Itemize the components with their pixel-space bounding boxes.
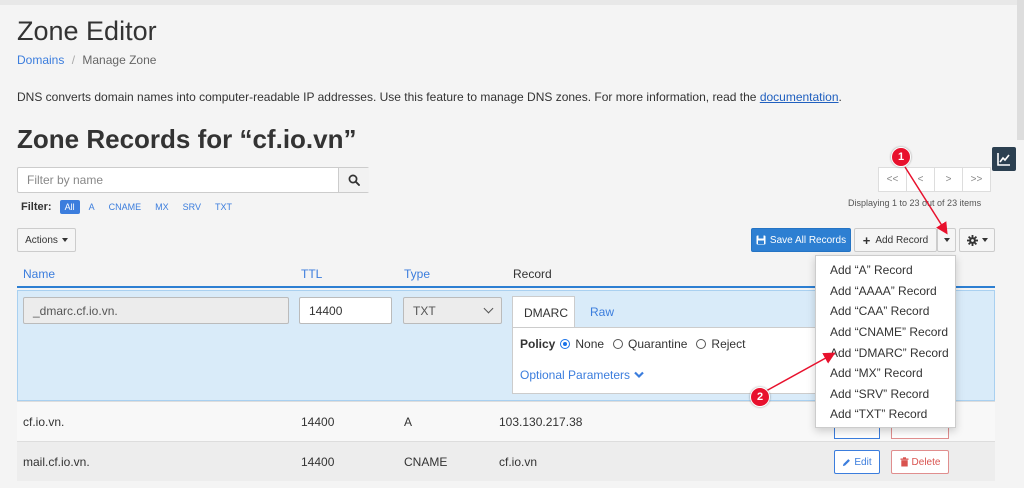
- dmarc-tab-content: Policy None Quarantine Reject Optional P…: [512, 327, 832, 394]
- search-button[interactable]: [338, 168, 369, 192]
- description-suffix: .: [838, 90, 842, 104]
- save-all-label: Save All Records: [769, 234, 847, 246]
- record-value: cf.io.vn: [499, 455, 538, 469]
- policy-quarantine-label: Quarantine: [628, 337, 688, 351]
- caret-down-icon: [61, 238, 68, 242]
- edit-label: Edit: [854, 456, 872, 468]
- documentation-link[interactable]: documentation: [760, 90, 839, 104]
- column-header-record: Record: [513, 267, 552, 281]
- record-name: cf.io.vn.: [23, 415, 65, 429]
- policy-reject-label: Reject: [711, 337, 746, 351]
- tab-dmarc[interactable]: DMARC: [512, 296, 575, 328]
- record-type: CNAME: [404, 455, 448, 469]
- page-description: DNS converts domain names into computer-…: [17, 90, 842, 104]
- breadcrumb: Domains / Manage Zone: [17, 53, 156, 67]
- scrollbar-track[interactable]: [1017, 0, 1024, 140]
- menu-item-add-aaaa-record[interactable]: Add “AAAA” Record: [816, 281, 955, 302]
- policy-none-label: None: [575, 337, 605, 351]
- menu-item-add-a-record[interactable]: Add “A” Record: [816, 260, 955, 281]
- record-value: 103.130.217.38: [499, 415, 583, 429]
- caret-down-icon: [981, 238, 988, 242]
- description-text: DNS converts domain names into computer-…: [17, 90, 760, 104]
- plus-icon: +: [862, 232, 871, 248]
- breadcrumb-separator: /: [71, 53, 76, 67]
- breadcrumb-domains-link[interactable]: Domains: [17, 53, 64, 67]
- add-record-label: Add Record: [875, 234, 929, 246]
- column-header-name[interactable]: Name: [23, 267, 55, 281]
- menu-item-add-txt-record[interactable]: Add “TXT” Record: [816, 404, 955, 425]
- menu-item-add-mx-record[interactable]: Add “MX” Record: [816, 363, 955, 384]
- column-header-type[interactable]: Type: [404, 267, 430, 281]
- filter-chips: Filter: All A CNAME MX SRV TXT: [21, 198, 241, 216]
- gear-icon: [966, 234, 978, 246]
- top-bar: [0, 0, 1024, 5]
- delete-button[interactable]: Delete: [891, 450, 949, 474]
- stats-button[interactable]: [992, 147, 1016, 171]
- displaying-count: Displaying 1 to 23 out of 23 items: [848, 198, 982, 208]
- optional-parameters-toggle[interactable]: Optional Parameters: [520, 368, 644, 382]
- page-last-button[interactable]: >>: [962, 167, 991, 192]
- pencil-icon: [843, 458, 851, 466]
- filter-chip-mx[interactable]: MX: [150, 200, 174, 214]
- page-prev-button[interactable]: <: [906, 167, 935, 192]
- annotation-badge-1: 1: [891, 147, 911, 167]
- filter-box: [17, 167, 369, 193]
- menu-item-add-cname-record[interactable]: Add “CNAME” Record: [816, 322, 955, 343]
- policy-radio-none[interactable]: [560, 339, 571, 349]
- caret-down-icon: [943, 238, 950, 242]
- breadcrumb-current: Manage Zone: [82, 53, 157, 67]
- page-next-button[interactable]: >: [934, 167, 963, 192]
- line-chart-icon: [997, 153, 1010, 166]
- edit-button[interactable]: Edit: [834, 450, 880, 474]
- add-record-dropdown-toggle[interactable]: [937, 228, 956, 252]
- table-row: mail.cf.io.vn. 14400 CNAME cf.io.vn Edit…: [17, 441, 995, 481]
- search-icon: [348, 174, 360, 186]
- record-ttl: 14400: [301, 455, 335, 469]
- actions-button[interactable]: Actions: [17, 228, 76, 252]
- filter-chip-all[interactable]: All: [59, 200, 80, 214]
- save-icon: [756, 235, 766, 245]
- page-title: Zone Editor: [17, 16, 157, 46]
- page-first-button[interactable]: <<: [878, 167, 907, 192]
- optional-parameters-label: Optional Parameters: [520, 368, 631, 382]
- filter-label: Filter:: [21, 201, 52, 213]
- policy-radio-quarantine[interactable]: [613, 339, 624, 349]
- policy-radio-reject[interactable]: [696, 339, 707, 349]
- filter-chip-txt[interactable]: TXT: [210, 200, 237, 214]
- filter-chip-cname[interactable]: CNAME: [104, 200, 147, 214]
- menu-item-add-caa-record[interactable]: Add “CAA” Record: [816, 301, 955, 322]
- type-select-value: TXT: [413, 303, 436, 318]
- pagination: << < > >>: [878, 167, 991, 192]
- policy-label: Policy: [520, 337, 556, 351]
- dmarc-editor: DMARC Raw Policy None Quarantine Reject …: [512, 296, 832, 394]
- tab-raw[interactable]: Raw: [579, 296, 625, 328]
- record-type: A: [404, 415, 413, 429]
- chevron-down-icon: [483, 303, 494, 314]
- filter-chip-srv[interactable]: SRV: [178, 200, 206, 214]
- column-header-ttl[interactable]: TTL: [301, 267, 322, 281]
- delete-label: Delete: [911, 456, 941, 468]
- filter-input[interactable]: [18, 168, 338, 192]
- menu-item-add-srv-record[interactable]: Add “SRV” Record: [816, 384, 955, 405]
- filter-chip-a[interactable]: A: [84, 200, 100, 214]
- ttl-field[interactable]: 14400: [299, 297, 392, 324]
- zone-records-heading: Zone Records for “cf.io.vn”: [17, 124, 357, 154]
- record-name-field[interactable]: _dmarc.cf.io.vn.: [23, 297, 289, 324]
- type-select[interactable]: TXT: [403, 297, 502, 324]
- save-all-records-button[interactable]: Save All Records: [751, 228, 851, 252]
- add-record-menu: Add “A” Record Add “AAAA” Record Add “CA…: [815, 255, 956, 428]
- record-name: mail.cf.io.vn.: [23, 455, 90, 469]
- policy-options: Policy None Quarantine Reject: [520, 337, 754, 351]
- annotation-badge-2: 2: [750, 387, 770, 407]
- chevron-down-icon: [634, 371, 644, 379]
- add-record-button[interactable]: + Add Record: [854, 228, 937, 252]
- trash-icon: [900, 457, 909, 467]
- record-ttl: 14400: [301, 415, 335, 429]
- actions-label: Actions: [25, 234, 58, 246]
- menu-item-add-dmarc-record[interactable]: Add “DMARC” Record: [816, 342, 955, 363]
- settings-button[interactable]: [959, 228, 995, 252]
